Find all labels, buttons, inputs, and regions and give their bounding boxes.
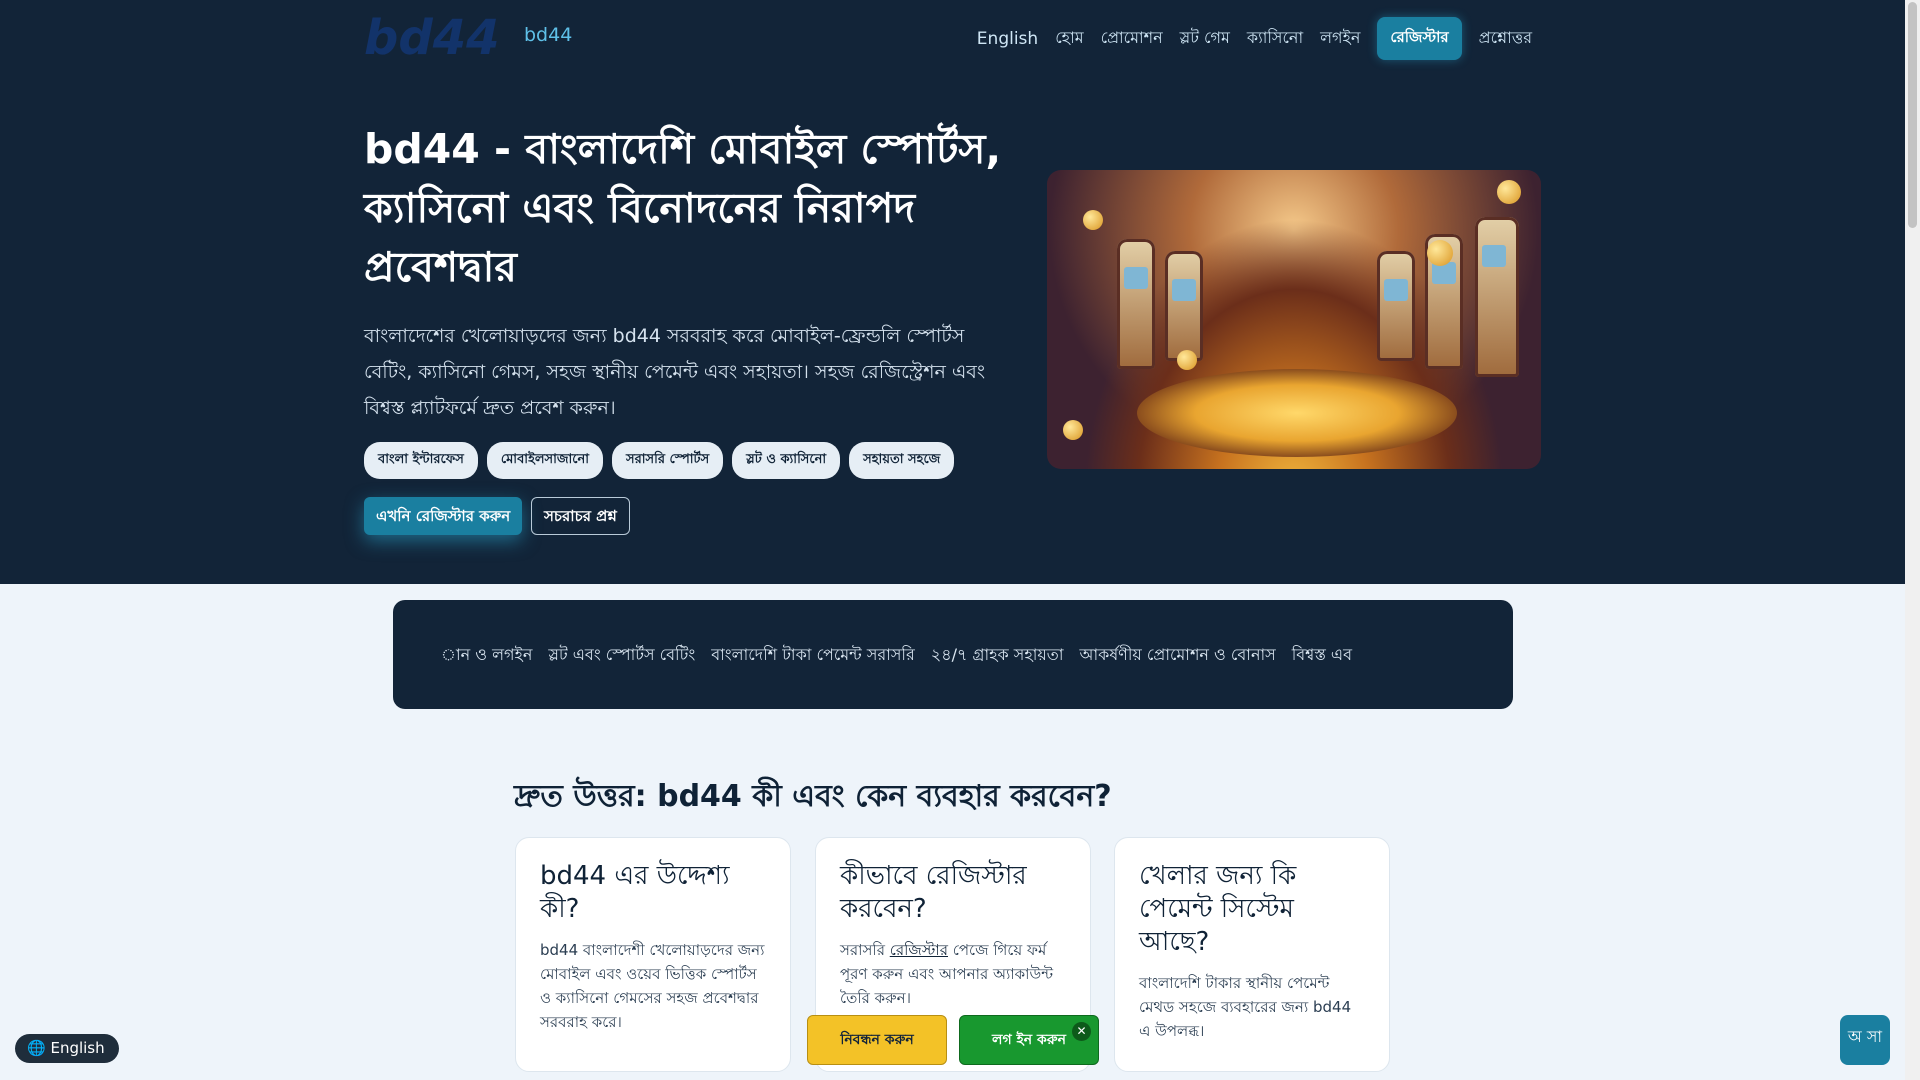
feature-marquee: ান ও লগইন স্লট এবং স্পোর্টস বেটিং বাংলাদ… [393,600,1513,709]
faq-card-text: bd44 বাংলাদেশী খেলোয়াড়দের জন্য মোবাইল … [540,941,765,1031]
top-nav: bd44 bd44 English হোম প্রোমোশন স্লট গেম … [364,0,1532,70]
hero-section: bd44 bd44 English হোম প্রোমোশন স্লট গেম … [0,0,1905,584]
faq-card-text: বাংলাদেশি টাকার স্থানীয় পেমেন্ট মেথড সহ… [1139,974,1352,1040]
globe-icon: 🌐 [27,1039,46,1057]
register-now-button[interactable]: এখনি রেজিস্টার করুন [364,497,523,535]
marquee-item: স্লট এবং স্পোর্টস বেটিং [548,645,696,664]
brand-name[interactable]: bd44 [524,24,572,46]
nav-login[interactable]: লগইন [1320,25,1360,52]
hero-lead: বাংলাদেশের খেলোয়াড়দের জন্য bd44 সরবরাহ… [364,325,986,419]
register-link[interactable]: রেজিস্টার [890,941,948,959]
faq-card-payment: খেলার জন্য কি পেমেন্ট সিস্টেম আছে? বাংলা… [1114,837,1390,1072]
chip-support: সহায়তা সহজে [849,442,955,479]
faq-card-text: সরাসরি রেজিস্টার পেজে গিয়ে ফর্ম পূরণ কর… [840,941,1053,1007]
marquee-track: ান ও লগইন স্লট এবং স্পোর্টস বেটিং বাংলাদ… [441,642,1481,669]
chat-button[interactable]: অ সা [1840,1015,1890,1065]
nav-links: English হোম প্রোমোশন স্লট গেম ক্যাসিনো ল… [977,17,1532,60]
nav-faq[interactable]: প্রশ্নোত্তর [1479,25,1532,52]
language-label: English [50,1039,105,1057]
nav-english[interactable]: English [977,29,1038,49]
chip-bangla-interface: বাংলা ইন্টারফেস [364,442,478,479]
bd44-logo[interactable]: bd44 [364,12,514,62]
marquee-item: আকর্ষণীয় প্রোমোশন ও বোনাস [1079,645,1276,664]
signup-button[interactable]: নিবন্ধন করুন [807,1015,947,1065]
nav-home[interactable]: হোম [1055,25,1083,52]
faq-section-title: দ্রুত উত্তর: bd44 কী এবং কেন ব্যবহার করব… [514,779,1112,814]
faq-card-title: bd44 এর উদ্দেশ্য কী? [540,861,730,924]
hero-title: bd44 - বাংলাদেশি মোবাইল স্পোর্টস, ক্যাসি… [364,125,1002,291]
faq-card-title: খেলার জন্য কি পেমেন্ট সিস্টেম আছে? [1139,861,1297,957]
chip-mobile: মোবাইলসাজানো [486,442,604,479]
marquee-item: ান ও লগইন [441,645,533,664]
feature-chips: বাংলা ইন্টারফেস মোবাইলসাজানো সরাসরি স্পো… [364,442,955,479]
nav-slot-games[interactable]: স্লট গেম [1180,25,1230,52]
scrollbar-thumb[interactable] [1908,2,1917,228]
chip-slot-casino: স্লট ও ক্যাসিনো [732,442,841,479]
close-icon[interactable]: ✕ [1072,1022,1091,1041]
faq-card-title: কীভাবে রেজিস্টার করবেন? [840,861,1027,924]
casino-hero-image [1047,170,1541,469]
nav-register-button[interactable]: রেজিস্টার [1377,17,1462,60]
nav-promotion[interactable]: প্রোমোশন [1101,25,1163,52]
faq-button[interactable]: সচরাচর প্রশ্ন [531,497,630,535]
faq-card-purpose: bd44 এর উদ্দেশ্য কী? bd44 বাংলাদেশী খেলো… [515,837,791,1072]
svg-text:bd44: bd44 [364,12,500,62]
language-switcher[interactable]: 🌐 English [15,1034,119,1063]
nav-casino[interactable]: ক্যাসিনো [1247,25,1303,52]
chip-live-sports: সরাসরি স্পোর্টস [612,442,724,479]
marquee-item: ২৪/৭ গ্রাহক সহায়তা [930,645,1064,664]
marquee-item: বাংলাদেশি টাকা পেমেন্ট সরাসরি [711,645,915,664]
marquee-item: বিশ্বস্ত এব [1291,645,1352,664]
